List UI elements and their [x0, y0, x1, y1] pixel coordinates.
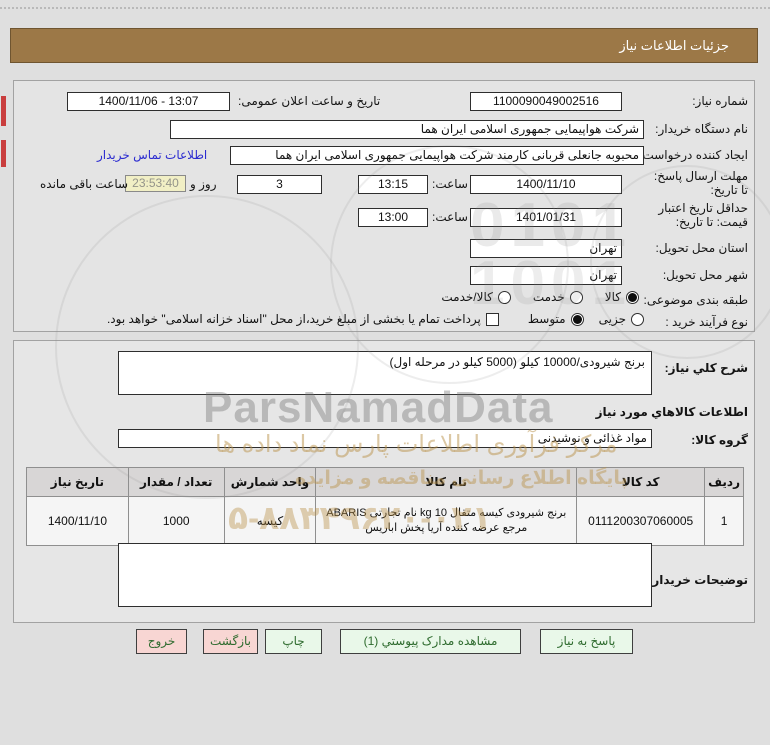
classification-option-service[interactable]: خدمت — [533, 290, 583, 304]
buyer-org-label: نام دستگاه خریدار: — [655, 122, 748, 136]
buyer-notes-label: توضیحات خریدار: — [648, 573, 748, 587]
goods-table-row: 1 0111200307060005 برنج شیرودی کیسه متقا… — [26, 496, 744, 546]
radio-service-icon[interactable] — [569, 290, 583, 304]
goods-table-header-row: ردیف کد کالا نام کالا واحد شمارش تعداد /… — [26, 467, 744, 497]
cell-need-date: 1400/11/10 — [26, 496, 129, 546]
days-and-label: روز و — [190, 177, 217, 191]
respond-to-need-button[interactable]: پاسخ به نیاز — [540, 629, 633, 654]
cell-item-code: 0111200307060005 — [576, 496, 706, 546]
cell-row-number: 1 — [704, 496, 744, 546]
cell-quantity: 1000 — [127, 496, 225, 546]
reply-deadline-label: مهلت ارسال پاسخ: تا تاریخ: — [653, 169, 748, 197]
radio-minor-icon[interactable] — [631, 312, 644, 326]
procurement-need-details-page: { "page": {"background": "#dfdfdf", "tit… — [0, 0, 770, 745]
page-title-bar: جزئیات اطلاعات نیاز — [10, 28, 758, 63]
red-stamp-mark — [1, 96, 6, 126]
radio-medium-label: متوسط — [527, 312, 566, 326]
col-row-number: ردیف — [704, 467, 744, 497]
announce-datetime-label: تاریخ و ساعت اعلان عمومی: — [238, 94, 381, 108]
classification-option-goods-service[interactable]: کالا/خدمت — [441, 290, 511, 304]
reply-deadline-time-field[interactable]: 13:15 — [358, 175, 428, 194]
radio-goods-icon[interactable] — [626, 290, 639, 304]
price-validity-date-field[interactable]: 1401/01/31 — [470, 208, 622, 227]
print-button[interactable]: چاپ — [265, 629, 322, 654]
goods-info-heading: اطلاعات كالاهاي مورد نیاز — [595, 405, 748, 419]
col-item-name: نام کالا — [315, 467, 578, 497]
col-need-date: تاریخ نیاز — [26, 467, 129, 497]
general-description-label: شرح كلي نیاز: — [664, 361, 748, 375]
radio-minor-label: جزیی — [598, 312, 626, 326]
reply-deadline-date-field[interactable]: 1400/11/10 — [470, 175, 622, 194]
col-count-unit: واحد شمارش — [223, 467, 317, 497]
need-info-panel: شماره نیاز: 1100090049002516 تاریخ و ساع… — [13, 80, 755, 332]
need-details-panel: شرح كلي نیاز: برنج شیرودی/10000 کیلو (50… — [13, 340, 755, 623]
treasury-checkbox-label: پرداخت تمام یا بخشی از مبلغ خرید،از محل … — [106, 312, 481, 326]
price-validity-time-label: ساعت: — [432, 210, 468, 224]
hours-remaining-label: ساعت باقی مانده — [40, 177, 129, 191]
goods-table: ردیف کد کالا نام کالا واحد شمارش تعداد /… — [26, 467, 744, 546]
radio-goods-service-label: کالا/خدمت — [441, 290, 493, 304]
price-validity-label: حداقل تاریخ اعتبار قیمت: تا تاریخ: — [658, 201, 748, 229]
buyer-org-field[interactable]: شرکت هواپیمایی جمهوری اسلامی ایران هما — [170, 120, 644, 139]
treasury-checkbox-icon[interactable] — [485, 312, 499, 326]
price-validity-time-field[interactable]: 13:00 — [358, 208, 428, 227]
need-number-field[interactable]: 1100090049002516 — [470, 92, 622, 111]
process-type-options: جزیی متوسط پرداخت تمام یا بخشی از مبلغ خ… — [107, 312, 644, 326]
back-button[interactable]: بازگشت — [203, 629, 258, 654]
view-attachments-button[interactable]: مشاهده مدارک پیوستي (1) — [340, 629, 521, 654]
top-dotted-divider — [0, 7, 770, 9]
process-option-minor[interactable]: جزیی — [599, 312, 644, 326]
delivery-city-label: شهر محل تحویل: — [662, 268, 748, 282]
delivery-province-label: استان محل تحویل: — [655, 241, 748, 255]
col-item-code: کد کالا — [576, 467, 706, 497]
radio-goods-label: کالا — [604, 290, 621, 304]
classification-label: طبقه بندی موضوعی: — [643, 293, 748, 307]
cell-item-name: برنج شیرودی کیسه متقال 10 kg نام تجارتی … — [315, 496, 578, 546]
cell-count-unit: کیسه — [223, 496, 317, 546]
radio-goods-service-icon[interactable] — [497, 290, 511, 304]
classification-option-goods[interactable]: کالا — [605, 290, 639, 304]
treasury-payment-option[interactable]: پرداخت تمام یا بخشی از مبلغ خرید،از محل … — [107, 312, 499, 326]
days-remaining-field[interactable]: 3 — [237, 175, 322, 194]
goods-group-field[interactable]: مواد غذائی و نوشیدنی — [118, 429, 652, 448]
countdown-timer: 23:53:40 — [125, 175, 186, 192]
process-option-medium[interactable]: متوسط — [528, 312, 584, 326]
general-description-field[interactable]: برنج شیرودی/10000 کیلو (5000 کیلو در مرح… — [118, 351, 652, 395]
request-creator-field[interactable]: محبوبه جانعلی قربانی کارمند شرکت هواپیما… — [230, 146, 644, 165]
page-title: جزئیات اطلاعات نیاز — [619, 38, 729, 53]
radio-service-label: خدمت — [532, 290, 565, 304]
col-quantity: تعداد / مقدار — [127, 467, 225, 497]
need-number-label: شماره نیاز: — [692, 94, 748, 108]
exit-button[interactable]: خروج — [136, 629, 187, 654]
delivery-city-field[interactable]: تهران — [470, 266, 622, 285]
buyer-notes-field[interactable] — [118, 543, 652, 607]
reply-deadline-time-label: ساعت: — [432, 177, 468, 191]
radio-medium-icon[interactable] — [570, 312, 584, 326]
process-type-label: نوع فرآیند خرید : — [665, 315, 748, 329]
buyer-contact-link[interactable]: اطلاعات تماس خریدار — [97, 148, 207, 162]
request-creator-label: ایجاد کننده درخواست: — [639, 148, 748, 162]
delivery-province-field[interactable]: تهران — [470, 239, 622, 258]
red-stamp-mark — [1, 140, 6, 167]
classification-options: کالا خدمت کالا/خدمت — [441, 290, 639, 304]
goods-group-label: گروه کالا: — [691, 433, 748, 447]
announce-datetime-field[interactable]: 1400/11/06 - 13:07 — [67, 92, 230, 111]
